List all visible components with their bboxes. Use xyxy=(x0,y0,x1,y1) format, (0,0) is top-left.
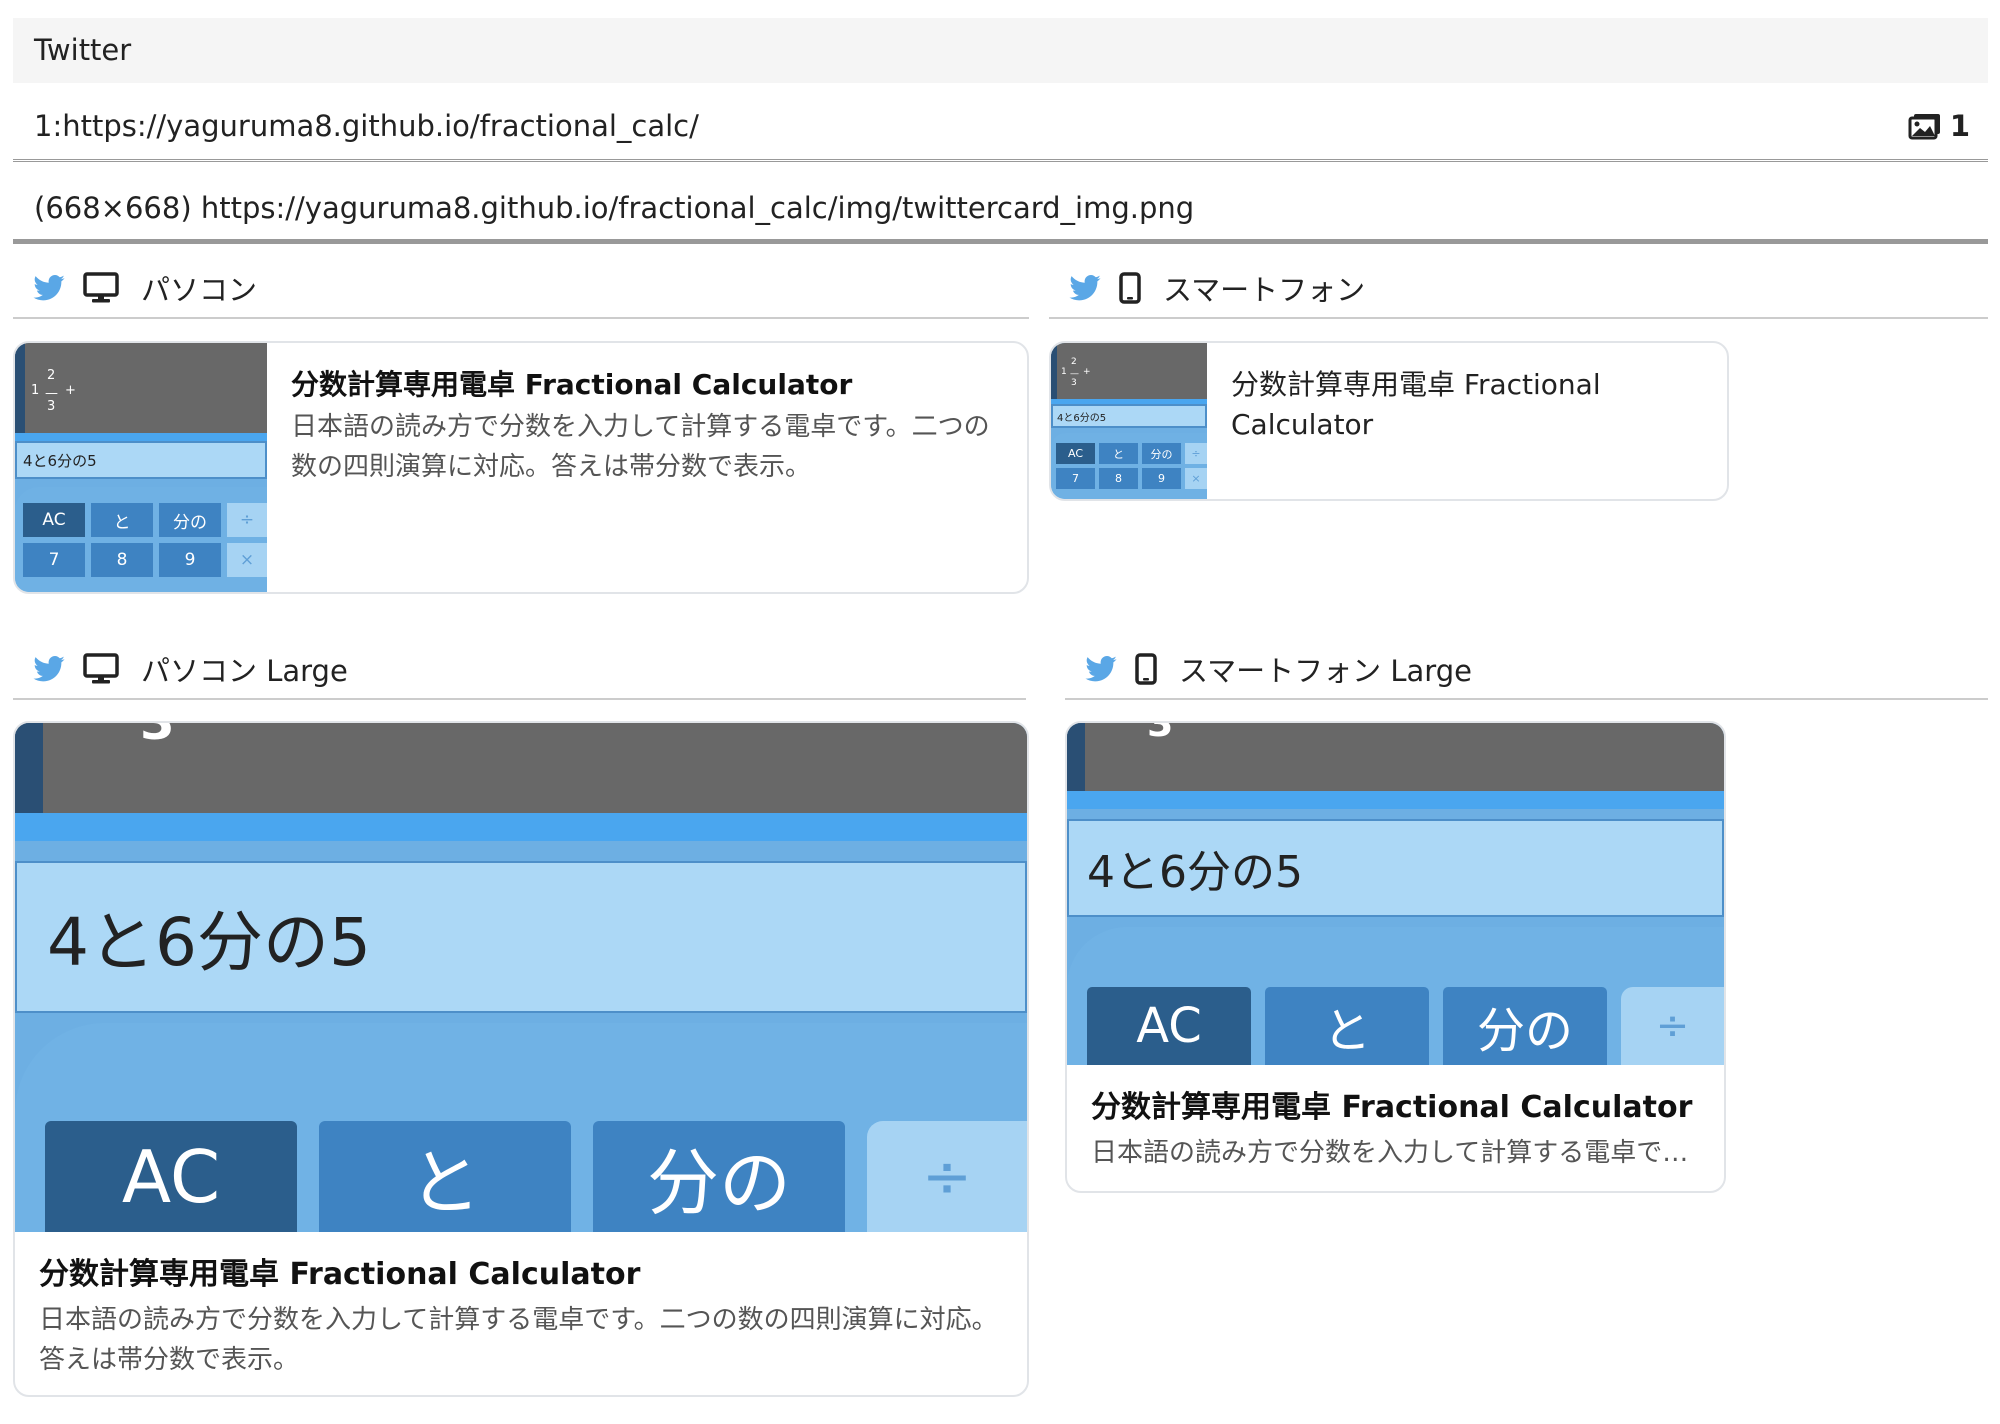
card-description: 日本語の読み方で分数を入力して計算する電卓です。二つの数の四則演算に対応。答えは… xyxy=(291,412,990,482)
card-pc[interactable]: 2 1 — + 3 4と6分の5 AC と 分の ÷ 7 8 9 × 分数計算専… xyxy=(13,341,1029,594)
desktop-icon xyxy=(83,653,119,685)
card-image: 2 1 — + 3 4と6分の5 AC と 分の ÷ 7 8 9 × xyxy=(15,343,267,592)
card-title: 分数計算専用電卓 Fractional Calculator xyxy=(1091,1090,1693,1125)
calc-display: 4と6分の5 xyxy=(1067,819,1724,917)
smartphone-icon xyxy=(1119,272,1141,304)
desktop-icon xyxy=(83,272,119,304)
card-image: 3 4と6分の5 AC と 分の ÷ xyxy=(1067,723,1724,1065)
page-url[interactable]: 1:https://yaguruma8.github.io/fractional… xyxy=(34,109,699,143)
section-pc-label: パソコン xyxy=(141,273,258,307)
card-image: 2 1 — + 3 4と6分の5 AC と 分の ÷ 7 8 9 × xyxy=(1051,343,1207,499)
calc-display: 4と6分の5 xyxy=(15,441,267,479)
twitter-bird-icon xyxy=(1085,656,1117,682)
card-description: 日本語の読み方で分数を入力して計算する電卓です。二つの数の四則演算に対応。答えは… xyxy=(1091,1138,1698,1168)
calc-display: 4と6分の5 xyxy=(1051,404,1207,428)
twitter-bird-icon xyxy=(1069,275,1101,301)
card-title: 分数計算専用電卓 Fractional Calculator xyxy=(1231,368,1601,441)
card-pc-large[interactable]: 3 4と6分の5 AC と 分の ÷ 分数計算専用電卓 Fractional C… xyxy=(13,721,1029,1397)
image-count-badge: 1 xyxy=(1908,90,1970,162)
card-title: 分数計算専用電卓 Fractional Calculator xyxy=(291,368,853,401)
card-description: 日本語の読み方で分数を入力して計算する電卓です。二つの数の四則演算に対応。答えは… xyxy=(39,1305,998,1375)
page-title: Twitter xyxy=(13,18,1988,83)
section-phone-large-header: スマートフォン Large xyxy=(1065,640,1988,700)
image-count: 1 xyxy=(1949,109,1970,143)
section-pc-large-header: パソコン Large xyxy=(13,640,1026,700)
calc-display: 4と6分の5 xyxy=(15,861,1027,1013)
card-image: 3 4と6分の5 AC と 分の ÷ xyxy=(15,723,1027,1232)
section-pc-large-label: パソコン Large xyxy=(141,654,348,688)
section-phone-large-label: スマートフォン Large xyxy=(1179,654,1472,688)
twitter-bird-icon xyxy=(33,275,65,301)
section-phone-header: スマートフォン xyxy=(1049,259,1988,319)
card-title: 分数計算専用電卓 Fractional Calculator xyxy=(39,1257,641,1292)
twitter-bird-icon xyxy=(33,656,65,682)
section-pc-header: パソコン xyxy=(13,259,1029,319)
image-info[interactable]: (668×668) https://yaguruma8.github.io/fr… xyxy=(13,172,1988,244)
images-icon xyxy=(1908,114,1940,140)
card-phone[interactable]: 2 1 — + 3 4と6分の5 AC と 分の ÷ 7 8 9 × 分数計算専… xyxy=(1049,341,1729,501)
section-phone-label: スマートフォン xyxy=(1163,273,1366,307)
smartphone-icon xyxy=(1135,653,1157,685)
card-phone-large[interactable]: 3 4と6分の5 AC と 分の ÷ 分数計算専用電卓 Fractional C… xyxy=(1065,721,1726,1193)
url-row: 1:https://yaguruma8.github.io/fractional… xyxy=(13,90,1988,162)
